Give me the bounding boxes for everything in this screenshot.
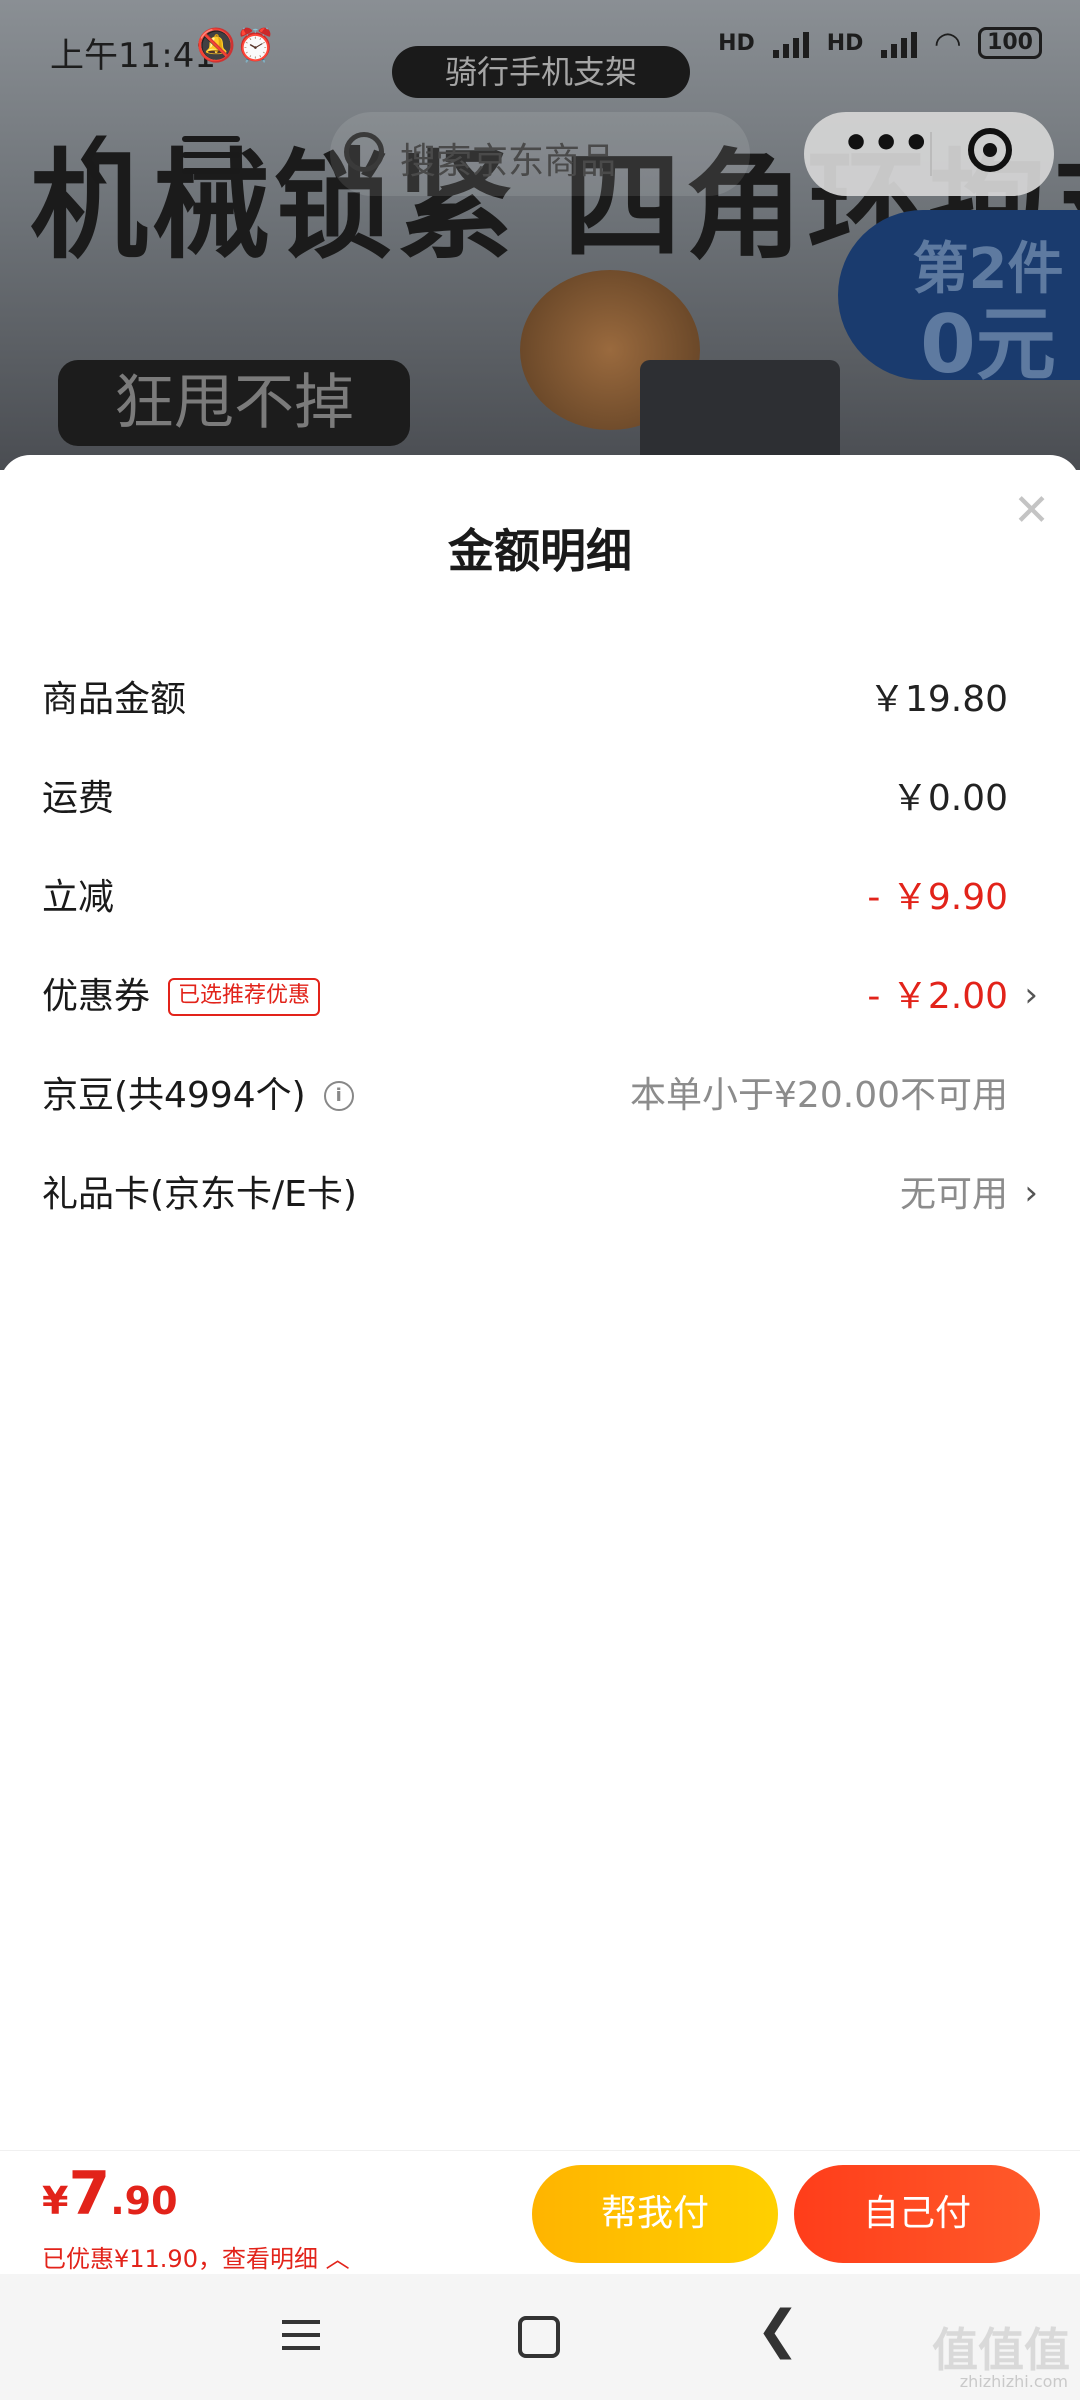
row-label-text: 京豆(共4994个) [42, 1075, 306, 1116]
background-page: 机械锁紧 四角环抱支架 狂甩不掉 第2件 0元 上午11:41 🔕⏰ HD HD… [0, 0, 1080, 470]
row-label: 礼品卡(京东卡/E卡) [42, 1150, 357, 1240]
row-label: 运费 [42, 754, 114, 844]
hd-label-1: HD [718, 30, 755, 56]
watermark-logo: 值值值 [932, 2323, 1070, 2377]
chevron-right-icon[interactable]: › [1024, 1150, 1038, 1236]
category-tag[interactable]: 骑行手机支架 [392, 46, 690, 98]
row-shipping: 运费 ￥0.00 [0, 754, 1080, 853]
banner-slogan: 狂甩不掉 [58, 360, 410, 446]
product-image-base [640, 360, 840, 470]
row-value: - ￥2.00 [867, 976, 1008, 1017]
back-icon[interactable]: ❮ [74, 128, 114, 184]
search-icon [344, 132, 384, 172]
promo-badge: 第2件 0元 [838, 210, 1080, 385]
battery-icon: 100 [978, 27, 1042, 59]
status-indicators: HD HD ◠ 100 [718, 24, 1042, 62]
saved-detail-link[interactable]: 已优惠¥11.90，查看明细 ︿ [42, 2239, 350, 2274]
currency-symbol: ¥ [42, 2179, 69, 2223]
row-value: 无可用 [899, 1174, 1008, 1215]
coupon-badge: 已选推荐优惠 [168, 978, 321, 1016]
row-value: ￥0.00 [891, 778, 1008, 819]
row-value: ￥19.80 [868, 679, 1008, 720]
amount-rows: 商品金额 ￥19.80 运费 ￥0.00 立减 - ￥9.90 优惠券 已选推荐… [0, 655, 1080, 1249]
price-decimal: .90 [110, 2179, 178, 2223]
search-input[interactable]: 搜索京东商品 [330, 112, 750, 196]
pay-bar: ¥7.90 已优惠¥11.90，查看明细 ︿ 帮我付 自己付 [0, 2150, 1080, 2275]
row-gift-card[interactable]: 礼品卡(京东卡/E卡) 无可用 › [0, 1150, 1080, 1249]
row-goods-amount: 商品金额 ￥19.80 [0, 655, 1080, 754]
sheet-title: 金额明细 [448, 524, 632, 578]
row-label-text: 运费 [42, 778, 115, 819]
info-icon[interactable]: i [323, 1081, 354, 1111]
row-label-text: 立减 [42, 877, 115, 918]
row-label-text: 礼品卡(京东卡/E卡) [42, 1174, 357, 1215]
row-label: 商品金额 [42, 655, 186, 745]
row-instant-discount: 立减 - ￥9.90 [0, 853, 1080, 952]
close-icon[interactable]: ✕ [1013, 485, 1050, 536]
amount-detail-sheet: 金额明细 ✕ 商品金额 ￥19.80 运费 ￥0.00 立减 - ￥9.90 优… [0, 455, 1080, 2273]
chevron-right-icon[interactable]: › [1024, 952, 1038, 1038]
menu-icon[interactable] [182, 136, 240, 184]
price-integer: 7 [68, 2159, 111, 2229]
signal-icon-2 [881, 28, 918, 58]
status-time: 上午11:41 [50, 36, 216, 76]
recent-apps-icon[interactable] [282, 2320, 320, 2359]
home-icon[interactable] [518, 2316, 560, 2358]
row-value: - ￥9.90 [867, 877, 1008, 918]
more-icon[interactable]: ••• [842, 118, 932, 169]
back-icon[interactable]: ❮ [756, 2300, 800, 2360]
row-jingdou: 京豆(共4994个) i 本单小于¥20.00不可用 [0, 1051, 1080, 1150]
row-label-text: 优惠券 [42, 976, 151, 1017]
row-label: 立减 [42, 853, 114, 943]
row-label: 优惠券 已选推荐优惠 [42, 952, 321, 1042]
signal-icon [772, 28, 809, 58]
close-program-icon[interactable] [968, 128, 1012, 172]
system-nav-bar: ❮ 值值值 zhizhizhi.com [0, 2274, 1080, 2400]
mute-alarm-icons: 🔕⏰ [196, 26, 276, 64]
top-nav: ❮ 搜索京东商品 ••• [0, 112, 1080, 196]
capsule-divider [930, 132, 932, 176]
search-placeholder: 搜索京东商品 [400, 141, 617, 182]
help-pay-button[interactable]: 帮我付 [532, 2165, 778, 2263]
total-price: ¥7.90 [42, 2159, 178, 2229]
mini-program-capsule: ••• [804, 112, 1054, 196]
promo-line2: 0元 [920, 298, 1056, 391]
wifi-icon: ◠ [935, 24, 961, 62]
row-coupon[interactable]: 优惠券 已选推荐优惠 - ￥2.00 › [0, 952, 1080, 1051]
hd-label-2: HD [826, 30, 864, 56]
self-pay-button[interactable]: 自己付 [794, 2165, 1040, 2263]
row-label: 京豆(共4994个) i [42, 1051, 354, 1141]
row-value: 本单小于¥20.00不可用 [630, 1075, 1008, 1116]
row-label-text: 商品金额 [42, 679, 187, 720]
watermark-url: zhizhizhi.com [959, 2372, 1068, 2391]
promo-line1: 第2件 [912, 237, 1064, 302]
